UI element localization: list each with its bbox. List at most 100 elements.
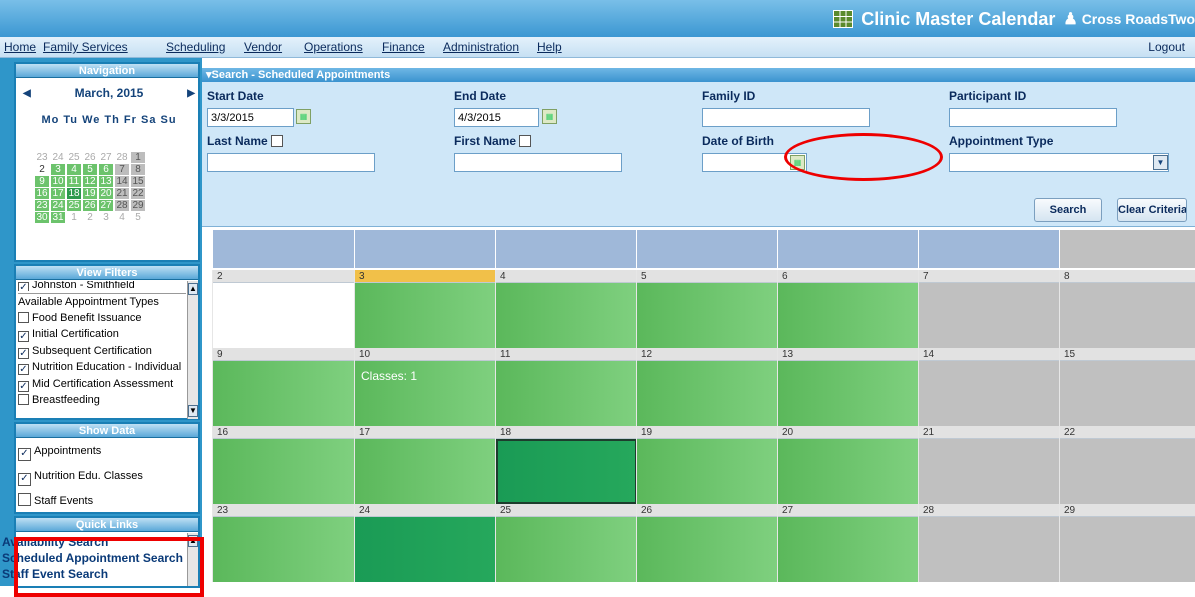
mini-calendar-day[interactable]: 24: [51, 152, 65, 163]
calendar-day-cell[interactable]: 13: [777, 348, 919, 426]
calendar-day-cell[interactable]: 21: [918, 426, 1060, 504]
calendar-day-body[interactable]: [919, 361, 1060, 426]
search-button[interactable]: Search: [1034, 198, 1102, 222]
mini-calendar-day[interactable]: 17: [51, 188, 65, 199]
last-name-checkbox[interactable]: [271, 135, 284, 147]
mini-calendar-day[interactable]: 21: [115, 188, 129, 199]
calendar-day-cell[interactable]: 4: [495, 270, 637, 348]
mini-calendar-day[interactable]: 16: [35, 188, 49, 199]
calendar-day-body[interactable]: [213, 517, 354, 582]
calendar-day-cell[interactable]: 9: [212, 348, 354, 426]
show-data-item[interactable]: Staff Events: [18, 492, 196, 517]
mini-calendar-day[interactable]: 24: [51, 200, 65, 211]
calendar-day-cell[interactable]: 2: [212, 270, 354, 348]
scroll-down-icon[interactable]: ▼: [188, 405, 198, 417]
mini-calendar-day[interactable]: 28: [115, 152, 129, 163]
prev-month-icon[interactable]: ◀: [23, 88, 31, 99]
show-data-item[interactable]: ✓ Nutrition Edu. Classes: [18, 467, 196, 492]
calendar-day-body[interactable]: [1060, 361, 1195, 426]
chevron-down-icon[interactable]: ▼: [1153, 155, 1168, 170]
calendar-day-cell[interactable]: 3: [354, 270, 496, 348]
checkbox[interactable]: ✓: [18, 364, 29, 375]
calendar-day-cell[interactable]: 11: [495, 348, 637, 426]
calendar-day-cell[interactable]: 12: [636, 348, 778, 426]
mini-calendar-day[interactable]: 2: [35, 164, 49, 175]
calendar-day-body[interactable]: [1060, 439, 1195, 504]
logout-link[interactable]: Logout: [1148, 40, 1185, 54]
last-name-input[interactable]: [207, 153, 375, 172]
calendar-day-cell[interactable]: 8: [1059, 270, 1195, 348]
calendar-day-cell[interactable]: 29: [1059, 504, 1195, 582]
next-month-icon[interactable]: ▶: [187, 88, 195, 99]
menu-family-services[interactable]: Family Services: [43, 40, 128, 54]
mini-calendar-day[interactable]: 12: [83, 176, 97, 187]
mini-calendar-day[interactable]: 29: [131, 200, 145, 211]
mini-calendar-day[interactable]: 13: [99, 176, 113, 187]
mini-calendar-day[interactable]: 6: [99, 164, 113, 175]
mini-calendar-day[interactable]: 25: [67, 152, 81, 163]
calendar-day-body[interactable]: [213, 283, 354, 348]
calendar-day-body[interactable]: [213, 361, 354, 426]
menu-operations[interactable]: Operations: [304, 40, 363, 54]
view-filters-scrollbar[interactable]: ▲ ▼: [187, 281, 198, 419]
filter-item[interactable]: ✓ Nutrition Education - Individual: [18, 359, 186, 376]
calendar-day-body[interactable]: [213, 439, 354, 504]
mini-calendar-day[interactable]: 9: [35, 176, 49, 187]
appointment-type-select[interactable]: [949, 153, 1169, 172]
mini-calendar-day[interactable]: 23: [35, 200, 49, 211]
menu-help[interactable]: Help: [537, 40, 562, 54]
calendar-day-body[interactable]: [919, 517, 1060, 582]
calendar-day-body[interactable]: [778, 517, 919, 582]
calendar-day-body[interactable]: [919, 439, 1060, 504]
mini-calendar-day[interactable]: 5: [83, 164, 97, 175]
calendar-day-cell[interactable]: 6: [777, 270, 919, 348]
filter-site[interactable]: ✓ Johnston - Smithfield: [18, 281, 186, 291]
calendar-day-cell[interactable]: 18: [495, 426, 637, 504]
calendar-day-cell[interactable]: 28: [918, 504, 1060, 582]
calendar-day-cell[interactable]: 22: [1059, 426, 1195, 504]
calendar-day-cell[interactable]: 20: [777, 426, 919, 504]
mini-calendar-day[interactable]: 7: [115, 164, 129, 175]
calendar-day-cell[interactable]: 25: [495, 504, 637, 582]
start-date-input[interactable]: [207, 108, 294, 127]
calendar-day-body[interactable]: [778, 439, 919, 504]
first-name-checkbox[interactable]: [519, 135, 532, 147]
calendar-day-body[interactable]: [919, 283, 1060, 348]
end-date-calendar-icon[interactable]: ▦: [542, 109, 557, 124]
checkbox[interactable]: ✓: [18, 448, 31, 461]
mini-calendar-day[interactable]: 14: [115, 176, 129, 187]
scroll-up-icon[interactable]: ▲: [188, 283, 198, 295]
filter-item[interactable]: ✓ Initial Certification: [18, 326, 186, 343]
mini-calendar-day[interactable]: 20: [99, 188, 113, 199]
participant-id-input[interactable]: [949, 108, 1117, 127]
calendar-day-cell[interactable]: 15: [1059, 348, 1195, 426]
calendar-day-body[interactable]: [355, 517, 496, 582]
mini-calendar-day[interactable]: 3: [51, 164, 65, 175]
menu-vendor[interactable]: Vendor: [244, 40, 282, 54]
calendar-day-body[interactable]: Classes: 1: [355, 361, 496, 426]
calendar-day-body[interactable]: [496, 361, 637, 426]
mini-calendar-day[interactable]: 11: [67, 176, 81, 187]
show-data-item[interactable]: ✓ Appointments: [18, 442, 196, 467]
calendar-day-body[interactable]: [496, 283, 637, 348]
menu-home[interactable]: Home: [4, 40, 36, 54]
mini-calendar-day[interactable]: 18: [67, 188, 81, 199]
calendar-day-body[interactable]: [637, 283, 778, 348]
calendar-day-cell[interactable]: 26: [636, 504, 778, 582]
mini-calendar-day[interactable]: 27: [99, 152, 113, 163]
mini-calendar-day[interactable]: 1: [131, 152, 145, 163]
calendar-day-body[interactable]: [778, 283, 919, 348]
mini-calendar-day[interactable]: 10: [51, 176, 65, 187]
checkbox[interactable]: ✓: [18, 331, 29, 342]
family-id-input[interactable]: [702, 108, 870, 127]
mini-calendar-day[interactable]: 30: [35, 212, 49, 223]
calendar-classes-note[interactable]: Classes: 1: [355, 361, 496, 383]
mini-calendar-day[interactable]: 22: [131, 188, 145, 199]
menu-scheduling[interactable]: Scheduling: [166, 40, 225, 54]
calendar-day-cell[interactable]: 17: [354, 426, 496, 504]
calendar-day-body[interactable]: [637, 517, 778, 582]
calendar-day-body[interactable]: [355, 439, 496, 504]
checkbox[interactable]: [18, 493, 31, 506]
calendar-day-cell[interactable]: 14: [918, 348, 1060, 426]
calendar-day-cell[interactable]: 10 Classes: 1: [354, 348, 496, 426]
